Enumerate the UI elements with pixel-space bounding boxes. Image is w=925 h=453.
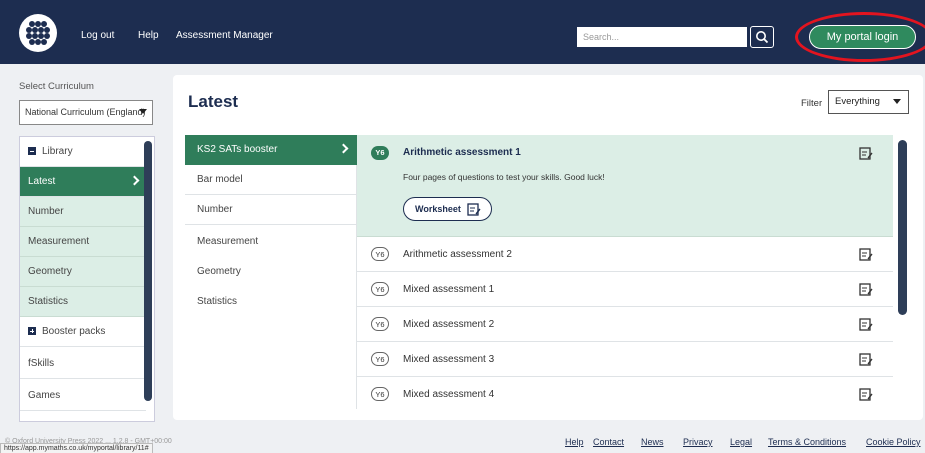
- worksheet-icon[interactable]: [859, 352, 873, 366]
- category-item-ks2-sats-booster[interactable]: KS2 SATs booster: [185, 135, 357, 165]
- resource-title[interactable]: Mixed assessment 1: [403, 284, 494, 295]
- resource-scrollbar[interactable]: [898, 140, 907, 315]
- category-item-statistics[interactable]: Statistics: [185, 287, 357, 317]
- curriculum-value: National Curriculum (England): [25, 107, 146, 117]
- main-panel: Latest Filter Everything KS2 SATs booste…: [173, 75, 923, 420]
- worksheet-icon[interactable]: [859, 317, 873, 331]
- logo-icon[interactable]: [19, 14, 57, 52]
- footer-link-contact[interactable]: Contact: [593, 437, 624, 447]
- sidebar-item-geometry[interactable]: Geometry: [20, 257, 146, 287]
- resource-title[interactable]: Mixed assessment 4: [403, 389, 494, 400]
- page-title: Latest: [188, 92, 239, 111]
- resource-row[interactable]: Y6 Arithmetic assessment 2: [357, 237, 893, 272]
- chevron-right-icon: [129, 175, 140, 186]
- sidebar-item-games[interactable]: Games: [20, 381, 146, 411]
- category-item-bar-model[interactable]: Bar model: [185, 165, 357, 195]
- resource-description: Four pages of questions to test your ski…: [403, 172, 605, 182]
- filter-label: Filter: [801, 98, 823, 109]
- resource-row[interactable]: Y6 Mixed assessment 3: [357, 342, 893, 377]
- resource-list: Y6 Arithmetic assessment 1 Four pages of…: [357, 135, 893, 409]
- category-list: KS2 SATs booster Bar model Number Measur…: [185, 135, 357, 409]
- worksheet-icon: [467, 203, 481, 216]
- category-item-geometry[interactable]: Geometry: [185, 257, 357, 287]
- worksheet-button[interactable]: Worksheet: [403, 197, 492, 221]
- sidebar-item-statistics[interactable]: Statistics: [20, 287, 146, 317]
- resource-row[interactable]: Y6 Mixed assessment 4: [357, 377, 893, 409]
- top-bar: Log out Help Assessment Manager My porta…: [0, 0, 925, 64]
- search-button[interactable]: [750, 26, 774, 48]
- sidebar-item-booster-packs[interactable]: Booster packs: [20, 317, 146, 347]
- featured-resource[interactable]: Y6 Arithmetic assessment 1 Four pages of…: [357, 135, 893, 237]
- resource-title[interactable]: Mixed assessment 3: [403, 354, 494, 365]
- dropdown-arrow-icon: [139, 109, 147, 114]
- filter-value: Everything: [835, 96, 880, 107]
- year-badge: Y6: [371, 387, 389, 401]
- assessment-manager-link[interactable]: Assessment Manager: [176, 30, 273, 41]
- category-item-number[interactable]: Number: [185, 195, 357, 225]
- year-badge: Y6: [371, 247, 389, 261]
- year-badge: Y6: [371, 282, 389, 296]
- footer-link-legal[interactable]: Legal: [730, 437, 752, 447]
- resource-title[interactable]: Arithmetic assessment 2: [403, 249, 512, 260]
- category-item-measurement[interactable]: Measurement: [185, 227, 357, 257]
- search-input[interactable]: [577, 27, 747, 47]
- logout-link[interactable]: Log out: [81, 30, 114, 41]
- worksheet-icon[interactable]: [859, 146, 873, 160]
- resource-row[interactable]: Y6 Mixed assessment 1: [357, 272, 893, 307]
- filter-select[interactable]: Everything: [828, 90, 909, 114]
- worksheet-icon[interactable]: [859, 247, 873, 261]
- resource-row[interactable]: Y6 Mixed assessment 2: [357, 307, 893, 342]
- curriculum-label: Select Curriculum: [19, 81, 94, 92]
- footer-link-privacy[interactable]: Privacy: [683, 437, 713, 447]
- help-link[interactable]: Help: [138, 30, 159, 41]
- status-bar-url: https://app.mymaths.co.uk/myportal/libra…: [0, 443, 153, 453]
- annotation-highlight: [795, 12, 925, 62]
- sidebar-item-fskills[interactable]: fSkills: [20, 349, 146, 379]
- footer-link-help[interactable]: Help: [565, 437, 584, 447]
- sidebar-scrollbar[interactable]: [144, 141, 152, 401]
- collapse-icon: [28, 147, 36, 155]
- worksheet-icon[interactable]: [859, 387, 873, 401]
- library-nav: Library Latest Number Measurement Geomet…: [19, 136, 155, 422]
- worksheet-icon[interactable]: [859, 282, 873, 296]
- curriculum-select[interactable]: National Curriculum (England): [19, 100, 153, 125]
- dropdown-arrow-icon: [893, 99, 901, 104]
- year-badge: Y6: [371, 146, 389, 160]
- footer-link-news[interactable]: News: [641, 437, 664, 447]
- footer-link-cookie-policy[interactable]: Cookie Policy: [866, 437, 921, 447]
- sidebar-item-library[interactable]: Library: [20, 137, 146, 167]
- expand-icon: [28, 327, 36, 335]
- year-badge: Y6: [371, 317, 389, 331]
- footer-link-terms[interactable]: Terms & Conditions: [768, 437, 846, 447]
- resource-title[interactable]: Mixed assessment 2: [403, 319, 494, 330]
- sidebar-item-number[interactable]: Number: [20, 197, 146, 227]
- sidebar-item-latest[interactable]: Latest: [20, 167, 146, 197]
- resource-title[interactable]: Arithmetic assessment 1: [403, 147, 521, 158]
- chevron-right-icon: [338, 143, 349, 154]
- search-icon: [756, 31, 769, 44]
- sidebar-item-measurement[interactable]: Measurement: [20, 227, 146, 257]
- year-badge: Y6: [371, 352, 389, 366]
